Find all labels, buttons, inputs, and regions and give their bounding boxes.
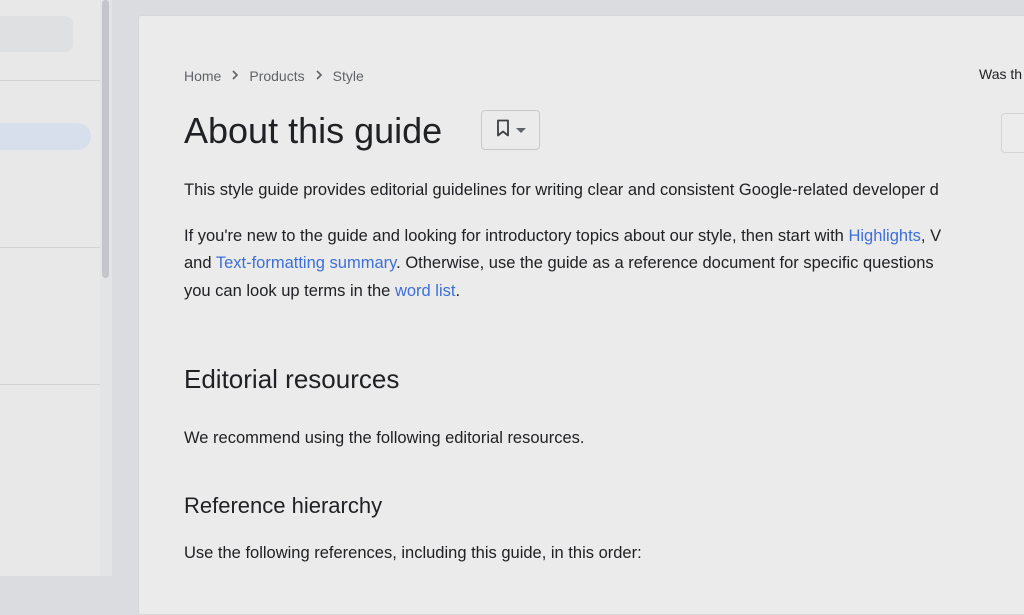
nav-search-field[interactable] [0, 16, 73, 52]
text-run: you can look up terms in the [184, 282, 395, 300]
text-run: If you're new to the guide and looking f… [184, 227, 849, 245]
breadcrumb-home[interactable]: Home [184, 68, 221, 84]
intro-paragraph: This style guide provides editorial guid… [184, 181, 939, 199]
feedback-label: Was th [979, 66, 1023, 82]
reference-hierarchy-heading: Reference hierarchy [184, 493, 383, 518]
nav-item-active[interactable] [0, 123, 91, 150]
reference-hierarchy-text: Use the following references, including … [184, 544, 642, 562]
left-nav [0, 0, 100, 576]
chevron-right-icon [227, 68, 243, 84]
breadcrumb-style[interactable]: Style [333, 68, 364, 84]
newcomer-paragraph-line1: If you're new to the guide and looking f… [184, 223, 941, 251]
nav-divider [0, 384, 100, 385]
breadcrumb-products[interactable]: Products [249, 68, 304, 84]
editorial-resources-heading: Editorial resources [184, 364, 400, 394]
bookmark-button[interactable] [481, 110, 540, 150]
nav-divider [0, 80, 100, 81]
text-run: and [184, 254, 216, 272]
bookmark-icon [496, 119, 510, 142]
text-run: . [455, 282, 461, 300]
link-text-formatting-summary[interactable]: Text-formatting summary [216, 254, 396, 272]
link-highlights[interactable]: Highlights [848, 227, 920, 245]
link-word-list[interactable]: word list [395, 282, 456, 300]
breadcrumb: Home Products Style [184, 66, 364, 86]
text-run: . Otherwise, use the guide as a referenc… [396, 254, 934, 272]
page-title: About this guide [184, 110, 443, 151]
nav-scrollbar-thumb[interactable] [102, 0, 109, 278]
newcomer-paragraph-line2: and Text-formatting summary. Otherwise, … [184, 250, 934, 278]
caret-down-icon [515, 121, 526, 139]
text-run: , V [920, 227, 942, 245]
content-card [138, 15, 1024, 615]
nav-divider [0, 247, 100, 248]
newcomer-paragraph-line3: you can look up terms in the word list. [184, 278, 460, 306]
chevron-right-icon [311, 68, 327, 84]
editorial-resources-text: We recommend using the following editori… [184, 429, 585, 447]
feedback-button[interactable] [1001, 113, 1024, 153]
